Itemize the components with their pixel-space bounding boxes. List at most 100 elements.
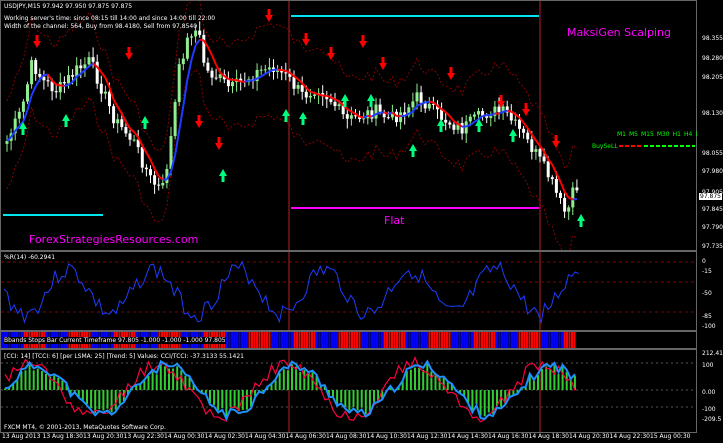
bbands-bar [331, 332, 333, 348]
candle-body [542, 156, 546, 162]
time-axis-label: 14 Aug 14:30 [447, 433, 488, 440]
candle-body [518, 119, 521, 129]
symbol-title: USDJPY,M15 97.942 97.950 97.875 97.875 [4, 3, 132, 10]
timeframe-m5[interactable]: M5 [629, 131, 638, 138]
cci-histogram-bar [225, 390, 228, 417]
cci-histogram-bar [286, 370, 289, 390]
candle-body [345, 114, 349, 119]
cci-pane[interactable]: [CCI: 14] [TCCI: 6] [per LSMA: 25] [Tren… [0, 349, 697, 433]
candle-body [173, 101, 177, 137]
time-axis-label: 14 Aug 02:30 [204, 433, 245, 440]
buysell-label: BuySeLL [592, 143, 618, 150]
time-axis-label: 13 Aug 20:30 [83, 433, 124, 440]
bbands-bar [388, 332, 391, 348]
cci-histogram-bar [155, 374, 158, 390]
cci-tick: -100 [702, 406, 716, 413]
bbands-bar [1, 332, 3, 348]
bbands-bar [243, 332, 246, 348]
price-chart-pane[interactable]: USDJPY,M15 97.942 97.950 97.875 97.875 W… [0, 0, 704, 251]
bbands-bar [341, 332, 343, 348]
bbands-bar [386, 332, 388, 348]
timeframe-m1[interactable]: M1 [617, 131, 626, 138]
bbands-bar [326, 332, 328, 348]
buy-arrow-icon [299, 112, 307, 125]
time-axis[interactable]: 13 Aug 2013 13 Aug 18:30 13 Aug 20:30 13 Au… [0, 433, 723, 443]
signal-ma-segment [281, 69, 286, 72]
cci-histogram-bar [332, 390, 334, 397]
candle-body [38, 74, 42, 77]
wpr-tick: -85 [702, 313, 712, 320]
price-tick: 98.280 [702, 55, 723, 62]
bbands-bar [398, 332, 401, 348]
bbands-bar [238, 332, 241, 348]
timeframe-m15[interactable]: M15 [641, 131, 654, 138]
signal-ma-segment [207, 46, 213, 56]
time-axis-label: 13 Aug 2013 [2, 433, 41, 440]
cci-canvas [1, 350, 696, 432]
bbands-bar [278, 332, 281, 348]
signal-ma-segment [116, 106, 123, 115]
candle-body [108, 91, 111, 107]
bbands-bar [493, 332, 496, 348]
cci-histogram-bar [36, 368, 39, 390]
timeframe-m30[interactable]: M30 [657, 131, 670, 138]
wpr-tick: -50 [702, 290, 712, 297]
bbands-bar [423, 332, 426, 348]
timeframe-h1[interactable]: H1 [673, 131, 681, 138]
sell-arrow-icon [379, 57, 387, 70]
time-axis-label: 14 Aug 08:30 [326, 433, 367, 440]
buy-arrow-icon [577, 214, 585, 227]
bbands-bar [418, 332, 421, 348]
candle-body [267, 67, 271, 70]
bbands-bar [411, 332, 413, 348]
candle-body [140, 147, 144, 168]
time-axis-label: 14 Aug 06:30 [285, 433, 326, 440]
sell-arrow-icon [497, 95, 505, 108]
bbands-bar [303, 332, 306, 348]
signal-ma-segment [60, 84, 65, 88]
signal-ma-segment [277, 68, 282, 72]
bbands-bar [543, 332, 546, 348]
signal-ma-segment [432, 101, 439, 107]
sell-arrow-icon [359, 35, 367, 48]
candle-body [489, 115, 493, 118]
timeframe-h4[interactable]: H4 [684, 131, 692, 138]
signal-ma-segment [453, 120, 459, 125]
bbands-bar [478, 332, 481, 348]
cci-histogram-bar [45, 373, 47, 390]
wpr-tick: -15 [702, 268, 712, 275]
bbands-bar [318, 332, 321, 348]
candle-body [34, 60, 38, 75]
williams-r-pane[interactable]: %R(14) -60.2941 [0, 251, 697, 331]
candle-body [526, 132, 530, 140]
bbands-bar [496, 332, 498, 348]
bbands-pane[interactable]: Bbands Stops Bar Current Timeframe 97.80… [0, 331, 697, 349]
info-line-2: Width of the channel: 564, Buy from 98.4… [4, 23, 198, 30]
cci-histogram-bar [557, 373, 560, 390]
williams-r-canvas [1, 252, 696, 330]
bbands-bar [328, 332, 331, 348]
bbands-bar [248, 332, 251, 348]
candle-body [444, 119, 448, 123]
signal-ma-segment [350, 110, 356, 115]
candle-body [259, 69, 263, 71]
bbands-bar [431, 332, 433, 348]
bbands-bar [486, 332, 488, 348]
candle-body [304, 91, 308, 98]
bbands-bar [511, 332, 513, 348]
candle-body [349, 115, 353, 119]
cci-histogram-bar [303, 370, 306, 390]
cci-histogram-bar [348, 390, 351, 411]
price-tick: 98.205 [702, 74, 723, 81]
signal-ma-segment [305, 87, 312, 93]
candle-body [308, 95, 312, 98]
candle-body [124, 127, 128, 134]
candle-body [46, 80, 50, 82]
cci-histogram-bar [541, 369, 544, 390]
buy-arrow-icon [367, 94, 375, 107]
candle-body [5, 140, 9, 144]
cci-histogram-bar [483, 390, 486, 417]
signal-ma-segment [260, 72, 266, 78]
bbands-bar [263, 332, 266, 348]
bbands-bar [376, 332, 378, 348]
